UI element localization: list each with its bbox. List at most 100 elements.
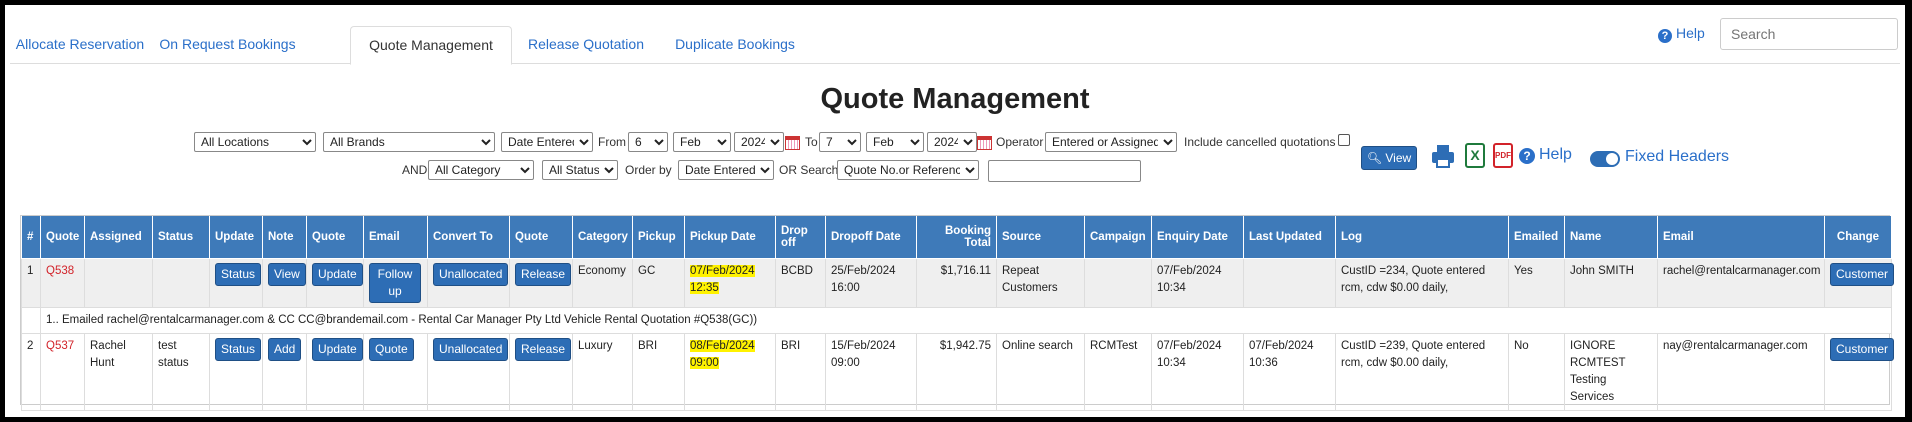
print-icon[interactable] — [1430, 143, 1456, 169]
note-view-button[interactable]: View — [268, 262, 306, 286]
emailed-cell: No — [1508, 332, 1565, 411]
col-header-customer-email[interactable]: Email — [1657, 216, 1825, 259]
update-cell: Status — [209, 257, 263, 308]
tab-duplicate-bookings[interactable]: Duplicate Bookings — [665, 26, 805, 64]
col-header-category[interactable]: Category — [572, 216, 633, 259]
quote-action-cell: Update — [306, 257, 364, 308]
tab-allocate-reservation[interactable]: Allocate Reservation — [10, 26, 150, 64]
tab-release-quotation[interactable]: Release Quotation — [522, 26, 650, 64]
assigned-cell: Rachel Hunt — [84, 332, 153, 411]
customer-button[interactable]: Customer — [1830, 262, 1895, 286]
pickup-date-cell: 08/Feb/2024 09:00 — [684, 332, 776, 411]
help-link-toolbar[interactable]: ? Help — [1519, 146, 1572, 164]
quote-link[interactable]: Q537 — [40, 332, 85, 411]
col-header-pickup[interactable]: Pickup — [632, 216, 685, 259]
to-day-select[interactable]: 7 — [819, 132, 861, 152]
col-header-last-updated[interactable]: Last Updated — [1243, 216, 1336, 259]
global-search-input[interactable] — [1720, 18, 1898, 50]
quote-update-button[interactable]: Update — [312, 337, 363, 361]
row-num: 2 — [21, 332, 41, 411]
col-header-enquiry-date[interactable]: Enquiry Date — [1151, 216, 1244, 259]
source-cell: Repeat Customers — [996, 257, 1085, 308]
to-month-select[interactable]: Feb — [866, 132, 924, 152]
pickup-time: 12:35 — [690, 281, 719, 294]
assigned-cell — [84, 257, 153, 308]
col-header-num[interactable]: # — [21, 216, 41, 259]
enquiry-date: 07/Feb/2024 — [1157, 264, 1222, 277]
from-day-select[interactable]: 6 — [628, 132, 668, 152]
help-link-top[interactable]: ? Help — [1658, 25, 1705, 43]
col-header-booking-total[interactable]: Booking Total — [916, 216, 997, 259]
col-header-source[interactable]: Source — [996, 216, 1085, 259]
note-add-button[interactable]: Add — [268, 337, 302, 361]
quote-update-button[interactable]: Update — [312, 262, 363, 286]
note-row: 1.. Emailed rachel@rentalcarmanager.com … — [21, 306, 1892, 334]
release-button[interactable]: Release — [515, 262, 572, 286]
tab-bar: Allocate Reservation On Request Bookings… — [10, 18, 1900, 65]
pdf-export-icon[interactable]: PDF — [1493, 143, 1513, 168]
unallocated-button[interactable]: Unallocated — [433, 262, 509, 286]
operator-label: Operator — [996, 135, 1044, 149]
from-month-select[interactable]: Feb — [673, 132, 731, 152]
emailed-cell: Yes — [1508, 257, 1565, 308]
email-action-cell: Follow up — [363, 257, 428, 308]
search-value-input[interactable] — [988, 160, 1141, 182]
col-header-name[interactable]: Name — [1564, 216, 1658, 259]
include-cancelled-label: Include cancelled quotations — [1184, 135, 1336, 149]
tab-quote-management[interactable]: Quote Management — [350, 26, 512, 65]
booking-total-cell: $1,716.11 — [916, 257, 997, 308]
status-button[interactable]: Status — [215, 262, 262, 286]
search-field-select[interactable]: Quote No.or Reference — [837, 160, 979, 180]
pickup-cell: GC — [632, 257, 685, 308]
location-select[interactable]: All Locations — [194, 132, 316, 152]
col-header-status[interactable]: Status — [152, 216, 210, 259]
col-header-log[interactable]: Log — [1335, 216, 1509, 259]
brand-select[interactable]: All Brands — [323, 132, 495, 152]
customer-button[interactable]: Customer — [1830, 337, 1895, 361]
unallocated-button[interactable]: Unallocated — [433, 337, 509, 361]
fixed-headers-toggle[interactable] — [1590, 151, 1620, 167]
help-icon: ? — [1658, 29, 1672, 43]
category-select[interactable]: All Category — [428, 160, 534, 180]
release-button[interactable]: Release — [515, 337, 572, 361]
col-header-convert-to[interactable]: Convert To — [427, 216, 510, 259]
view-button[interactable]: 🔍︎ View — [1361, 146, 1417, 170]
col-header-update[interactable]: Update — [209, 216, 263, 259]
to-year-select[interactable]: 2024 — [927, 132, 977, 152]
convert-cell: Unallocated — [427, 257, 510, 308]
include-cancelled-checkbox[interactable] — [1338, 134, 1350, 146]
tab-on-request-bookings[interactable]: On Request Bookings — [150, 26, 305, 64]
pickup-date-cell: 07/Feb/2024 12:35 — [684, 257, 776, 308]
table-row: 2 Q537 Rachel Hunt test status Status Ad… — [21, 332, 1895, 411]
campaign-cell: RCMTest — [1084, 332, 1152, 411]
col-header-quote-release[interactable]: Quote — [509, 216, 573, 259]
col-header-quote[interactable]: Quote — [40, 216, 85, 259]
email-quote-button[interactable]: Quote — [369, 337, 414, 361]
col-header-pickup-date[interactable]: Pickup Date — [684, 216, 776, 259]
col-header-emailed[interactable]: Emailed — [1508, 216, 1565, 259]
col-header-dropoff-date[interactable]: Dropoff Date — [825, 216, 917, 259]
col-header-campaign[interactable]: Campaign — [1084, 216, 1152, 259]
operator-select[interactable]: Entered or Assigned — [1045, 132, 1177, 152]
pickup-date: 07/Feb/2024 — [690, 264, 755, 277]
quote-link[interactable]: Q538 — [40, 257, 85, 308]
follow-up-button[interactable]: Follow up — [369, 262, 421, 303]
col-header-note[interactable]: Note — [262, 216, 307, 259]
from-year-select[interactable]: 2024 — [734, 132, 784, 152]
col-header-email[interactable]: Email — [363, 216, 428, 259]
convert-cell: Unallocated — [427, 332, 510, 411]
help-icon: ? — [1519, 148, 1535, 164]
status-button[interactable]: Status — [215, 337, 262, 361]
col-header-dropoff[interactable]: Drop off — [775, 216, 826, 259]
order-by-select[interactable]: Date Entered — [678, 160, 774, 180]
from-calendar-icon[interactable] — [785, 136, 800, 150]
col-header-assigned[interactable]: Assigned — [84, 216, 153, 259]
col-header-quote-action[interactable]: Quote — [306, 216, 364, 259]
last-updated-cell: 07/Feb/2024 10:36 — [1243, 332, 1336, 411]
help-label: Help — [1539, 146, 1572, 163]
status-select[interactable]: All Status — [542, 160, 618, 180]
date-type-select[interactable]: Date Entered — [501, 132, 593, 152]
to-calendar-icon[interactable] — [977, 136, 992, 150]
excel-export-icon[interactable]: X — [1465, 143, 1485, 168]
col-header-change[interactable]: Change — [1824, 216, 1892, 259]
